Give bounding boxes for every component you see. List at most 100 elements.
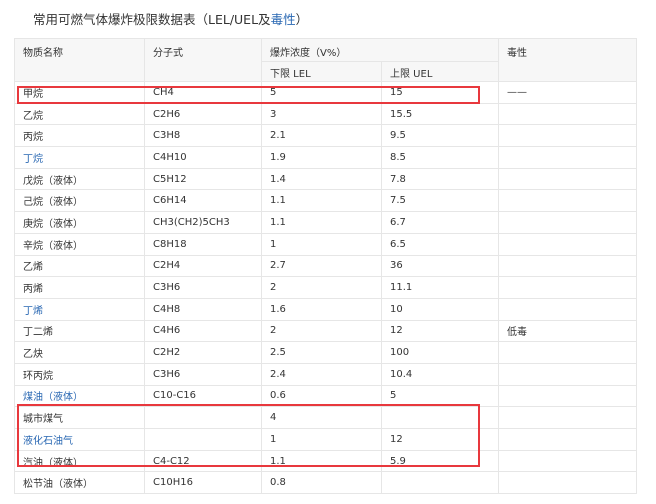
cell-lower-limit: 1.1: [261, 449, 382, 473]
cell-toxicity: [498, 276, 637, 299]
cell-upper-limit: 12: [381, 428, 499, 451]
cell-toxicity: [498, 406, 637, 429]
cell-name: 乙烯: [14, 254, 145, 278]
cell-upper-limit: 7.5: [381, 189, 499, 213]
cell-upper-limit: [381, 406, 499, 429]
cell-toxicity: [498, 102, 637, 126]
cell-lower-limit: 2.7: [261, 254, 382, 278]
table-row: 辛烷（液体） C8H18 1 6.5: [14, 232, 637, 256]
cell-lower-limit: 1: [261, 428, 382, 451]
cell-lower-limit: 1.1: [261, 211, 382, 234]
cell-formula: C4H8: [144, 297, 262, 321]
cell-name: 汽油（液体）: [14, 449, 145, 473]
table-row: 环丙烷 C3H6 2.4 10.4: [14, 362, 637, 386]
cell-name: 乙炔: [14, 341, 145, 364]
table-row: 丙烷 C3H8 2.1 9.5: [14, 124, 637, 148]
cell-toxicity: [498, 254, 637, 278]
table-row: 丁二烯 C4H6 2 12 低毒: [14, 319, 637, 343]
cell-toxicity: ——: [498, 81, 637, 104]
cell-toxicity: [498, 428, 637, 451]
cell-formula: C10-C16: [144, 384, 262, 408]
cell-name: 辛烷（液体）: [14, 232, 145, 256]
cell-formula: [144, 406, 262, 429]
cell-name[interactable]: 丁烯: [14, 297, 145, 321]
cell-formula: C3H6: [144, 362, 262, 386]
table-row: 煤油（液体） C10-C16 0.6 5: [14, 384, 637, 408]
cell-name: 松节油（液体）: [14, 471, 145, 495]
cell-formula: CH4: [144, 81, 262, 104]
table-row: 乙烯 C2H4 2.7 36: [14, 254, 637, 278]
table-row: 乙炔 C2H2 2.5 100: [14, 341, 637, 364]
cell-formula: C4H6: [144, 319, 262, 343]
cell-toxicity: [498, 232, 637, 256]
table-row: 丁烷 C4H10 1.9 8.5: [14, 146, 637, 169]
cell-toxicity: [498, 124, 637, 148]
cell-toxicity: [498, 341, 637, 364]
cell-upper-limit: 11.1: [381, 276, 499, 299]
cell-lower-limit: 2.1: [261, 124, 382, 148]
table-row: 己烷（液体） C6H14 1.1 7.5: [14, 189, 637, 213]
cell-upper-limit: 5.9: [381, 449, 499, 473]
cell-toxicity: [498, 146, 637, 169]
cell-lower-limit: 0.8: [261, 471, 382, 495]
cell-name: 丙烯: [14, 276, 145, 299]
table-row: 丁烯 C4H8 1.6 10: [14, 297, 637, 321]
cell-upper-limit: 8.5: [381, 146, 499, 169]
cell-formula: C2H2: [144, 341, 262, 364]
cell-lower-limit: 1.4: [261, 167, 382, 191]
cell-lower-limit: 2: [261, 319, 382, 343]
table-row: 液化石油气 1 12: [14, 428, 637, 451]
table-row: 汽油（液体） C4-C12 1.1 5.9: [14, 449, 637, 473]
header-toxicity: 毒性: [498, 38, 637, 82]
cell-upper-limit: 6.7: [381, 211, 499, 234]
cell-formula: C2H4: [144, 254, 262, 278]
cell-name[interactable]: 丁烷: [14, 146, 145, 169]
cell-formula: C4H10: [144, 146, 262, 169]
cell-toxicity: [498, 297, 637, 321]
cell-formula: C3H8: [144, 124, 262, 148]
title-text: 常用可燃气体爆炸极限数据表（LEL/UEL及: [33, 12, 271, 27]
cell-upper-limit: 12: [381, 319, 499, 343]
header-concentration: 爆炸浓度（V%）: [261, 38, 499, 62]
cell-lower-limit: 2.5: [261, 341, 382, 364]
cell-upper-limit: 15.5: [381, 102, 499, 126]
cell-upper-limit: 10: [381, 297, 499, 321]
cell-toxicity: [498, 384, 637, 408]
cell-formula: C6H14: [144, 189, 262, 213]
table-row: 城市煤气 4: [14, 406, 637, 429]
header-formula: 分子式: [144, 38, 262, 82]
cell-upper-limit: 36: [381, 254, 499, 278]
table-row: 庚烷（液体） CH3(CH2)5CH3 1.1 6.7: [14, 211, 637, 234]
cell-toxicity: [498, 449, 637, 473]
cell-name[interactable]: 液化石油气: [14, 428, 145, 451]
cell-upper-limit: 7.8: [381, 167, 499, 191]
cell-name: 丁二烯: [14, 319, 145, 343]
cell-toxicity: [498, 471, 637, 495]
cell-lower-limit: 1: [261, 232, 382, 256]
cell-toxicity: [498, 211, 637, 234]
table-row: 甲烷 CH4 5 15 ——: [14, 81, 637, 104]
table-row: 丙烯 C3H6 2 11.1: [14, 276, 637, 299]
toxicity-link[interactable]: 毒性: [271, 12, 296, 27]
cell-name: 乙烷: [14, 102, 145, 126]
cell-upper-limit: [381, 471, 499, 495]
cell-lower-limit: 1.9: [261, 146, 382, 169]
cell-lower-limit: 1.6: [261, 297, 382, 321]
cell-upper-limit: 100: [381, 341, 499, 364]
table-row: 松节油（液体） C10H16 0.8: [14, 471, 637, 495]
cell-toxicity: 低毒: [498, 319, 637, 343]
cell-formula: C10H16: [144, 471, 262, 495]
cell-name: 甲烷: [14, 81, 145, 104]
cell-lower-limit: 4: [261, 406, 382, 429]
cell-name: 戊烷（液体）: [14, 167, 145, 191]
title-suffix: ）: [295, 12, 309, 27]
cell-formula: CH3(CH2)5CH3: [144, 211, 262, 234]
cell-name[interactable]: 煤油（液体）: [14, 384, 145, 408]
cell-upper-limit: 9.5: [381, 124, 499, 148]
cell-lower-limit: 5: [261, 81, 382, 104]
explosion-limit-table: 物质名称 分子式 爆炸浓度（V%） 毒性 下限 LEL 上限 UEL 甲烷 CH4…: [14, 38, 637, 495]
cell-lower-limit: 1.1: [261, 189, 382, 213]
cell-formula: C5H12: [144, 167, 262, 191]
cell-toxicity: [498, 189, 637, 213]
cell-toxicity: [498, 362, 637, 386]
